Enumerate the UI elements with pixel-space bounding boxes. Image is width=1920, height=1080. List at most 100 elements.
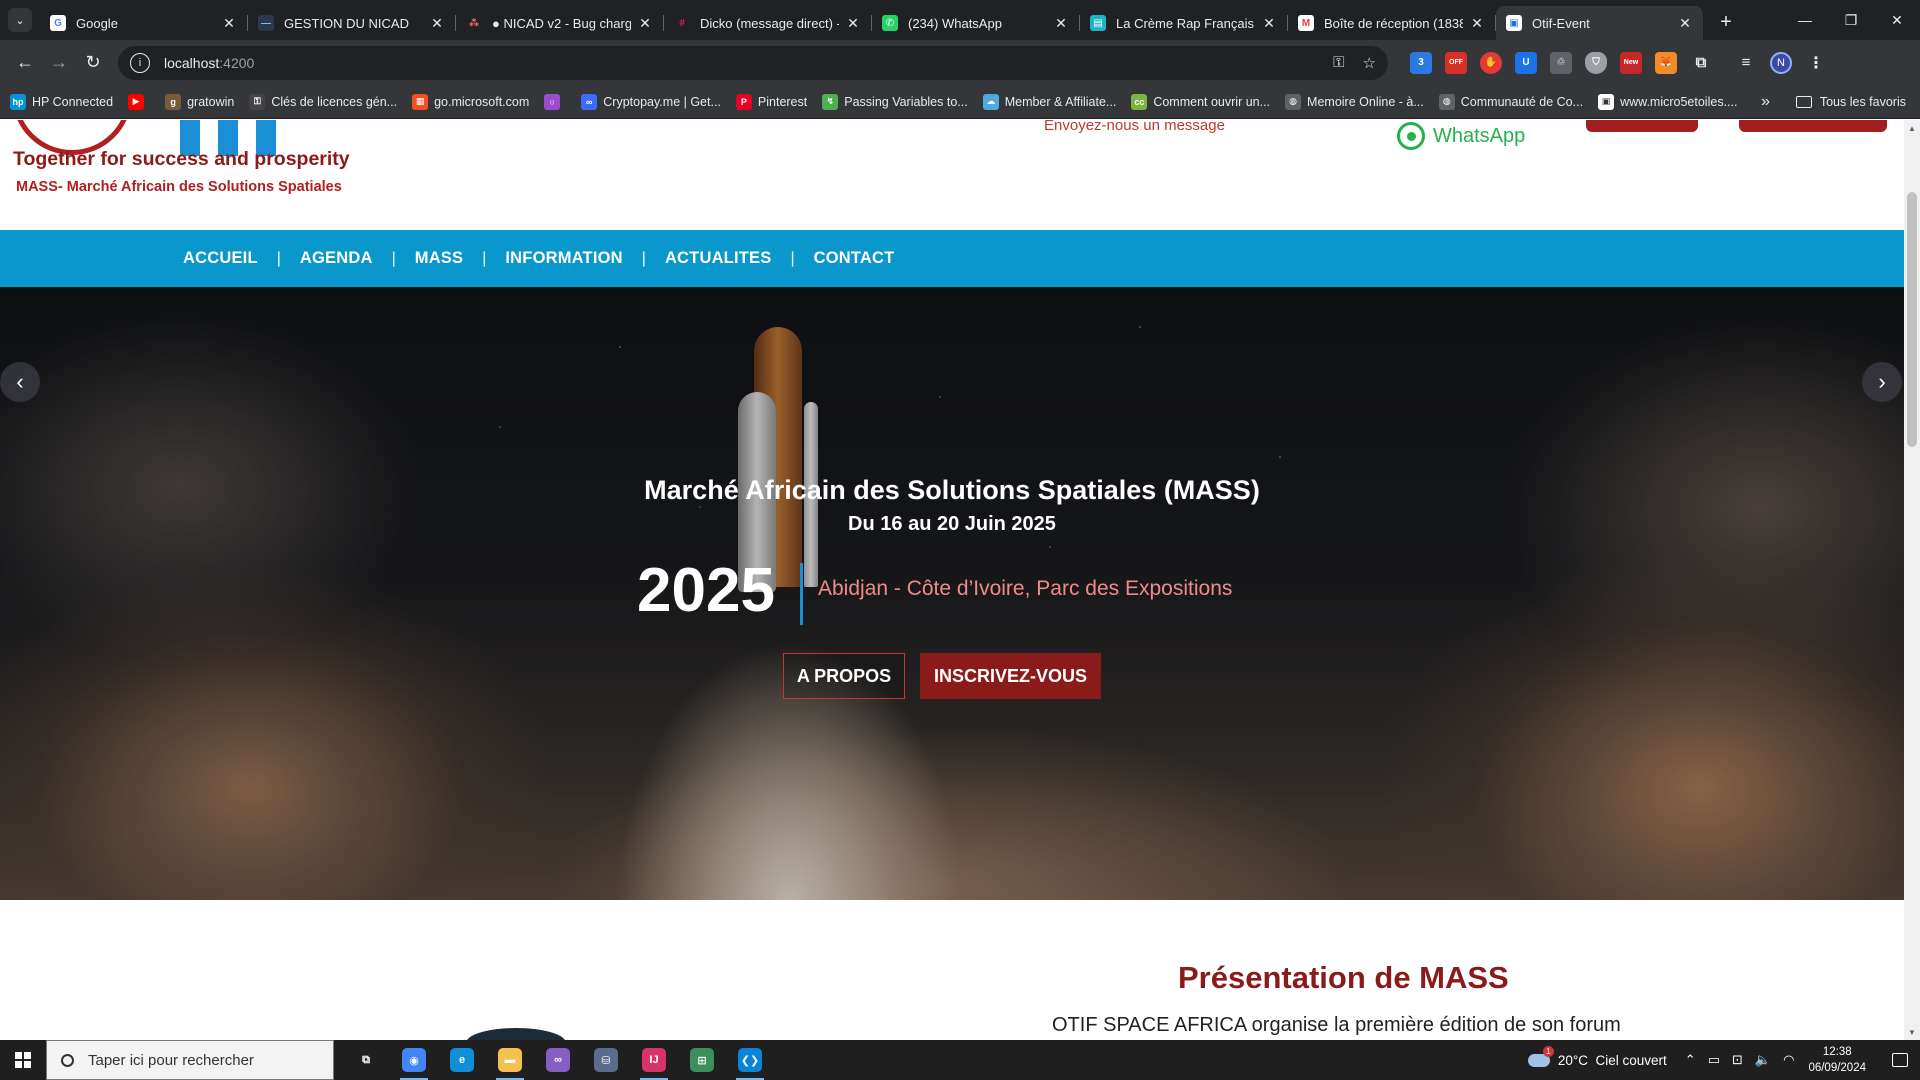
volume-icon[interactable]: 🔈 xyxy=(1755,1052,1771,1068)
password-key-icon[interactable]: ⚿ xyxy=(1333,54,1344,72)
register-button[interactable]: INSCRIVEZ-VOUS xyxy=(920,653,1101,699)
browser-tab[interactable]: ▣ Otif-Event ✕ xyxy=(1496,6,1703,40)
browser-tab[interactable]: ✆ (234) WhatsApp ✕ xyxy=(872,6,1080,40)
bookmark-item[interactable]: ▦ go.microsoft.com xyxy=(412,93,529,110)
site-info-icon[interactable]: i xyxy=(130,52,150,73)
nav-item-information[interactable]: INFORMATION xyxy=(505,249,622,268)
scroll-down-arrow[interactable]: ▼ xyxy=(1904,1024,1920,1040)
header-button-2[interactable] xyxy=(1739,120,1887,132)
close-window-button[interactable]: ✕ xyxy=(1874,0,1920,40)
minimize-button[interactable]: — xyxy=(1782,0,1828,40)
weather-widget[interactable]: 1 20°C Ciel couvert xyxy=(1527,1045,1667,1068)
taskbar-app[interactable]: IJ xyxy=(630,1040,678,1080)
tab-list: G Google ✕ — GESTION DU NICAD ✕ ⁂ ● NICAD v2 - … xyxy=(40,0,1704,40)
tab-close-icon[interactable]: ✕ xyxy=(429,15,445,31)
taskbar-clock[interactable]: 12:38 06/09/2024 xyxy=(1808,1044,1866,1076)
metamask-extension-icon[interactable]: 🦊 xyxy=(1655,51,1677,74)
bookmark-item[interactable]: g gratowin xyxy=(165,93,234,110)
scroll-thumb[interactable] xyxy=(1907,192,1917,447)
taskbar-app[interactable]: ▬ xyxy=(486,1040,534,1080)
tab-close-icon[interactable]: ✕ xyxy=(221,15,237,31)
bookmark-item[interactable]: ↯ Passing Variables to... xyxy=(822,93,968,110)
bookmark-item[interactable]: ▣ www.micro5etoiles.... xyxy=(1598,93,1737,110)
contact-message-link[interactable]: Envoyez-nous un message xyxy=(1044,120,1225,134)
browser-toolbar: ← → ↻ i localhost:4200 ⚿ ☆ 3 OFF ✋ U ♲ ⛉… xyxy=(0,40,1920,85)
weather-temp: 20°C xyxy=(1557,1052,1588,1068)
browser-tab[interactable]: ▤ La Crème Rap Français su ✕ xyxy=(1080,6,1288,40)
tab-close-icon[interactable]: ✕ xyxy=(845,15,861,31)
taskbar-app[interactable]: ⊞ xyxy=(678,1040,726,1080)
taskbar-app[interactable]: ⛁ xyxy=(582,1040,630,1080)
bookmark-item[interactable]: ◍ Memoire Online - à... xyxy=(1285,93,1424,110)
recycle-extension-icon[interactable]: ♲ xyxy=(1550,51,1572,74)
reload-button[interactable]: ↻ xyxy=(76,46,110,80)
start-button[interactable] xyxy=(0,1040,46,1080)
nav-item-actualites[interactable]: ACTUALITES xyxy=(665,249,772,268)
tab-search-button[interactable]: ⌄ xyxy=(8,8,32,32)
more-bookmarks-button[interactable]: » xyxy=(1761,85,1770,119)
whatsapp-link[interactable]: WhatsApp xyxy=(1397,122,1525,150)
taskbar-app[interactable]: ❮❯ xyxy=(726,1040,774,1080)
browser-tab[interactable]: M Boîte de réception (1838 ✕ xyxy=(1288,6,1496,40)
address-bar[interactable]: i localhost:4200 ⚿ ☆ xyxy=(118,45,1388,80)
bookmark-item[interactable]: cc Comment ouvrir un... xyxy=(1131,93,1270,110)
chrome-menu-icon[interactable]: ⋮ xyxy=(1805,52,1827,74)
css-extension-icon[interactable]: 3 xyxy=(1410,51,1432,74)
about-button[interactable]: A PROPOS xyxy=(783,653,905,699)
tab-close-icon[interactable]: ✕ xyxy=(1469,15,1485,31)
back-button[interactable]: ← xyxy=(8,46,42,80)
bookmark-label: Member & Affiliate... xyxy=(1004,94,1117,109)
nav-item-contact[interactable]: CONTACT xyxy=(814,249,895,268)
scroll-up-arrow[interactable]: ▲ xyxy=(1904,120,1920,136)
taskbar-app[interactable]: ⧉ xyxy=(342,1040,390,1080)
license-icon: ⚿ xyxy=(249,93,266,110)
new-tab-button[interactable]: + xyxy=(1712,8,1740,36)
header-button-1[interactable] xyxy=(1586,120,1698,132)
bookmark-item[interactable]: ◍ Communauté de Co... xyxy=(1438,93,1583,110)
taskbar-app[interactable]: ∞ xyxy=(534,1040,582,1080)
main-nav: ACCUEIL | AGENDA | MASS | INFORMATION | ACTUALIT… xyxy=(0,230,1904,287)
bookmark-star-icon[interactable]: ☆ xyxy=(1363,54,1376,72)
browser-tab[interactable]: — GESTION DU NICAD ✕ xyxy=(248,6,456,40)
browser-tab[interactable]: G Google ✕ xyxy=(40,6,248,40)
forward-button[interactable]: → xyxy=(42,46,76,80)
tab-close-icon[interactable]: ✕ xyxy=(1677,15,1693,31)
bitwarden-extension-icon[interactable]: U xyxy=(1515,51,1537,74)
taskbar-app[interactable]: ◉ xyxy=(390,1040,438,1080)
nav-item-agenda[interactable]: AGENDA xyxy=(300,249,373,268)
stop-extension-icon[interactable]: ✋ xyxy=(1480,51,1502,74)
wifi-icon[interactable]: ◠ xyxy=(1783,1052,1794,1068)
notification-center-icon[interactable] xyxy=(1880,1040,1920,1080)
tab-close-icon[interactable]: ✕ xyxy=(637,15,653,31)
bookmark-item[interactable]: ⚿ Clés de licences gén... xyxy=(249,93,397,110)
taskbar-app[interactable]: e xyxy=(438,1040,486,1080)
tab-close-icon[interactable]: ✕ xyxy=(1261,15,1277,31)
new-extension-icon[interactable]: New xyxy=(1620,51,1642,74)
nav-item-accueil[interactable]: ACCUEIL xyxy=(183,249,258,268)
adblock-off-extension-icon[interactable]: OFF xyxy=(1445,51,1467,74)
taskbar-search-box[interactable]: Taper ici pour rechercher xyxy=(46,1040,334,1080)
shield-extension-icon[interactable]: ⛉ xyxy=(1585,51,1607,74)
restore-button[interactable]: ❐ xyxy=(1828,0,1874,40)
network-icon[interactable]: ⊡ xyxy=(1732,1052,1743,1068)
browser-tab[interactable]: # Dicko (message direct) - N ✕ xyxy=(664,6,872,40)
bookmark-item[interactable]: ☁ Member & Affiliate... xyxy=(982,93,1117,110)
bookmark-item[interactable]: P Pinterest xyxy=(735,93,807,110)
media-queue-icon[interactable]: ≡ xyxy=(1735,52,1757,74)
page-scrollbar[interactable]: ▲ ▼ xyxy=(1904,120,1920,1040)
browser-tab[interactable]: ⁂ ● NICAD v2 - Bug charger ✕ xyxy=(456,6,664,40)
nav-item-mass[interactable]: MASS xyxy=(415,249,463,268)
carousel-next-button[interactable]: › xyxy=(1862,362,1902,402)
tray-chevron-icon[interactable]: ⌃ xyxy=(1685,1052,1696,1068)
bookmark-item[interactable]: ▶ xyxy=(128,93,150,110)
bookmark-item[interactable]: ○ xyxy=(544,93,566,110)
carousel-prev-button[interactable]: ‹ xyxy=(0,362,40,402)
clock-time: 12:38 xyxy=(1822,1046,1852,1058)
battery-icon[interactable]: ▭ xyxy=(1708,1052,1720,1068)
all-bookmarks-button[interactable]: Tous les favoris xyxy=(1795,85,1906,119)
profile-avatar[interactable]: N xyxy=(1770,51,1792,74)
bookmark-item[interactable]: hp HP Connected xyxy=(10,93,113,110)
tab-close-icon[interactable]: ✕ xyxy=(1053,15,1069,31)
bookmark-item[interactable]: ∞ Cryptopay.me | Get... xyxy=(581,93,721,110)
extensions-puzzle-icon[interactable]: ⧉ xyxy=(1690,52,1712,74)
